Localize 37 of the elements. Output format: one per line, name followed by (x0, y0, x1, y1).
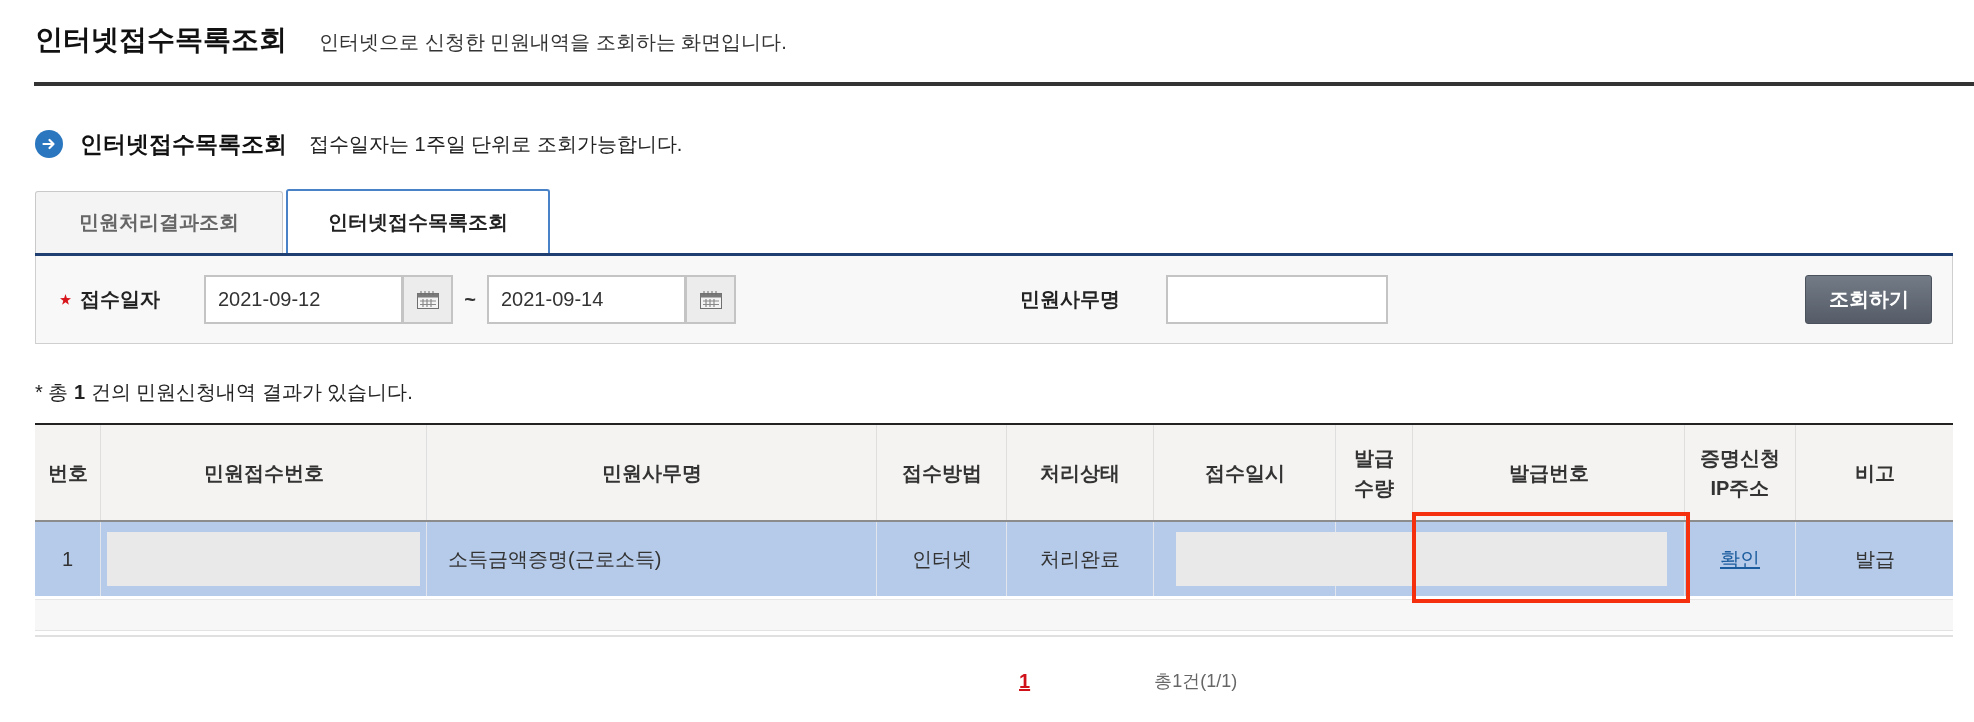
page-link[interactable]: 1 (1019, 669, 1031, 693)
name-field[interactable] (1166, 275, 1388, 324)
column-header: 민원접수번호 (101, 425, 427, 520)
date-field[interactable]: 2021-09-14 (487, 275, 686, 324)
column-header: 민원사무명 (427, 425, 877, 520)
column-header: 비고 (1796, 425, 1953, 520)
calendar-icon (416, 290, 439, 309)
table-cell: 처리완료 (1007, 522, 1154, 596)
arrow-circle-icon (35, 130, 63, 158)
page-description: 인터넷으로 신청한 민원내역을 조회하는 화면입니다. (319, 30, 787, 55)
column-header: 발급번호 (1413, 425, 1685, 520)
column-header: 번호 (35, 425, 101, 520)
result-summary: * 총 1 건의 민원신청내역 결과가 있습니다. (35, 380, 414, 404)
table-cell: 인터넷 (877, 522, 1007, 596)
section-title: 인터넷접수목록조회 (80, 129, 287, 159)
calendar-button[interactable] (403, 275, 453, 324)
search-button[interactable]: 조회하기 (1805, 275, 1932, 324)
table-cell: 1 (35, 522, 101, 596)
calendar-icon (699, 290, 722, 309)
table-cell: 발급 (1796, 522, 1953, 596)
column-header: 접수일시 (1154, 425, 1336, 520)
column-header: 증명신청 IP주소 (1685, 425, 1796, 520)
column-header: 발급 수량 (1336, 425, 1413, 520)
total-count: 총1건(1/1) (1154, 670, 1238, 693)
date-label: 접수일자 (80, 287, 161, 312)
range-separator: ~ (463, 288, 477, 311)
table-cell: 소득금액증명(근로소득) (427, 522, 877, 596)
name-label: 민원사무명 (1020, 287, 1121, 312)
tab[interactable]: 인터넷접수목록조회 (286, 189, 550, 253)
date-field[interactable]: 2021-09-12 (204, 275, 403, 324)
section-note: 접수일자는 1주일 단위로 조회가능합니다. (309, 131, 683, 157)
page-title: 인터넷접수목록조회 (35, 23, 287, 57)
tab[interactable]: 민원처리결과조회 (35, 191, 283, 253)
calendar-button[interactable] (686, 275, 736, 324)
column-header: 처리상태 (1007, 425, 1154, 520)
table-link[interactable]: 확인 (1720, 545, 1760, 573)
column-header: 접수방법 (877, 425, 1007, 520)
